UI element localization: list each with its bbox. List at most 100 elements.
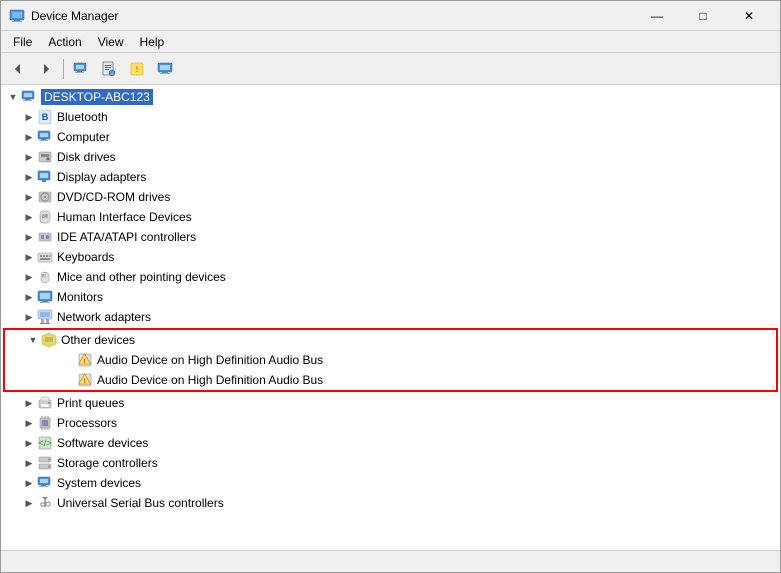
dvd-icon (37, 189, 53, 205)
hid-expand[interactable]: ▶ (21, 209, 37, 225)
computer-item-icon (37, 129, 53, 145)
tree-item-storage[interactable]: ▶ Storage controllers (1, 453, 780, 473)
storage-icon (37, 455, 53, 471)
device-tree[interactable]: ▼ DESKTOP-ABC123 ▶ B (1, 85, 780, 550)
tree-item-hid[interactable]: ▶ Human Interface Devices (1, 207, 780, 227)
tree-item-bluetooth[interactable]: ▶ B Bluetooth (1, 107, 780, 127)
bluetooth-label: Bluetooth (57, 110, 108, 124)
status-bar (1, 550, 780, 572)
svg-text:!: ! (84, 359, 86, 365)
network-label: Network adapters (57, 310, 151, 324)
close-button[interactable]: ✕ (726, 1, 772, 31)
other-devices-expand[interactable]: ▼ (25, 332, 41, 348)
tree-item-keyboards[interactable]: ▶ Keyboards (1, 247, 780, 267)
software-label: Software devices (57, 436, 148, 450)
root-label: DESKTOP-ABC123 (41, 89, 153, 105)
computer-label: Computer (57, 130, 110, 144)
menu-help[interactable]: Help (132, 33, 173, 51)
update-driver-button[interactable]: ! (124, 56, 150, 82)
device-manager-window: Device Manager — □ ✕ File Action View He… (0, 0, 781, 573)
hid-label: Human Interface Devices (57, 210, 192, 224)
tree-item-audio-2[interactable]: ! Audio Device on High Definition Audio … (5, 370, 776, 390)
system-label: System devices (57, 476, 141, 490)
disk-label: Disk drives (57, 150, 116, 164)
tree-item-monitors[interactable]: ▶ Monitors (1, 287, 780, 307)
tree-root[interactable]: ▼ DESKTOP-ABC123 (1, 87, 780, 107)
audio2-label: Audio Device on High Definition Audio Bu… (97, 373, 323, 387)
dvd-expand[interactable]: ▶ (21, 189, 37, 205)
tree-item-print[interactable]: ▶ Print queues (1, 393, 780, 413)
tree-item-ide[interactable]: ▶ IDE ATA/ATAPI controllers (1, 227, 780, 247)
tree-item-usb[interactable]: ▶ Universal Serial Bus controllers (1, 493, 780, 513)
maximize-button[interactable]: □ (680, 1, 726, 31)
menu-action[interactable]: Action (40, 33, 89, 51)
title-bar: Device Manager — □ ✕ (1, 1, 780, 31)
device-manager-button[interactable] (68, 56, 94, 82)
tree-item-system[interactable]: ▶ System devices (1, 473, 780, 493)
tree-item-processors[interactable]: ▶ Processors (1, 413, 780, 433)
back-button[interactable] (5, 56, 31, 82)
monitors-label: Monitors (57, 290, 103, 304)
computer-icon (21, 89, 37, 105)
dvd-label: DVD/CD-ROM drives (57, 190, 170, 204)
forward-button[interactable] (33, 56, 59, 82)
storage-expand[interactable]: ▶ (21, 455, 37, 471)
print-label: Print queues (57, 396, 124, 410)
display-label: Display adapters (57, 170, 146, 184)
software-expand[interactable]: ▶ (21, 435, 37, 451)
tree-item-disk[interactable]: ▶ Disk drives (1, 147, 780, 167)
window-title: Device Manager (31, 9, 634, 23)
usb-expand[interactable]: ▶ (21, 495, 37, 511)
display-expand[interactable]: ▶ (21, 169, 37, 185)
mice-expand[interactable]: ▶ (21, 269, 37, 285)
monitors-icon (37, 289, 53, 305)
disk-icon (37, 149, 53, 165)
toolbar: i ! (1, 53, 780, 85)
root-expand[interactable]: ▼ (5, 89, 21, 105)
svg-text:i: i (111, 71, 112, 76)
content-area: ▼ DESKTOP-ABC123 ▶ B (1, 85, 780, 550)
monitor-button[interactable] (152, 56, 178, 82)
minimize-button[interactable]: — (634, 1, 680, 31)
audio2-warning-icon: ! (77, 372, 93, 388)
svg-text:</>: </> (38, 438, 51, 448)
monitors-expand[interactable]: ▶ (21, 289, 37, 305)
tree-item-software[interactable]: ▶ </> Software devices (1, 433, 780, 453)
tree-item-other-devices[interactable]: ▼ Other devices (5, 330, 776, 350)
svg-text:!: ! (136, 65, 139, 74)
other-devices-highlighted-section: ▼ Other devices (3, 328, 778, 392)
tree-item-mice[interactable]: ▶ Mice and other pointing devices (1, 267, 780, 287)
system-expand[interactable]: ▶ (21, 475, 37, 491)
tree-item-computer[interactable]: ▶ Computer (1, 127, 780, 147)
ide-label: IDE ATA/ATAPI controllers (57, 230, 196, 244)
keyboard-icon (37, 249, 53, 265)
tree-item-audio-1[interactable]: ! Audio Device on High Definition Audio … (5, 350, 776, 370)
display-icon (37, 169, 53, 185)
tree-item-dvd[interactable]: ▶ DVD/CD-ROM drives (1, 187, 780, 207)
hid-icon (37, 209, 53, 225)
usb-label: Universal Serial Bus controllers (57, 496, 224, 510)
other-devices-icon (41, 332, 57, 348)
network-expand[interactable]: ▶ (21, 309, 37, 325)
computer-expand[interactable]: ▶ (21, 129, 37, 145)
print-expand[interactable]: ▶ (21, 395, 37, 411)
keyboards-label: Keyboards (57, 250, 114, 264)
system-icon (37, 475, 53, 491)
menu-file[interactable]: File (5, 33, 40, 51)
tree-item-network[interactable]: ▶ Network adapters (1, 307, 780, 327)
properties-button[interactable]: i (96, 56, 122, 82)
bluetooth-icon: B (37, 109, 53, 125)
menu-bar: File Action View Help (1, 31, 780, 53)
network-icon (37, 309, 53, 325)
tree-item-display[interactable]: ▶ Display adapters (1, 167, 780, 187)
svg-text:!: ! (84, 379, 86, 385)
menu-view[interactable]: View (90, 33, 132, 51)
bluetooth-expand[interactable]: ▶ (21, 109, 37, 125)
disk-expand[interactable]: ▶ (21, 149, 37, 165)
ide-expand[interactable]: ▶ (21, 229, 37, 245)
keyboards-expand[interactable]: ▶ (21, 249, 37, 265)
app-icon (9, 8, 25, 24)
title-bar-buttons: — □ ✕ (634, 1, 772, 31)
processors-expand[interactable]: ▶ (21, 415, 37, 431)
audio1-label: Audio Device on High Definition Audio Bu… (97, 353, 323, 367)
